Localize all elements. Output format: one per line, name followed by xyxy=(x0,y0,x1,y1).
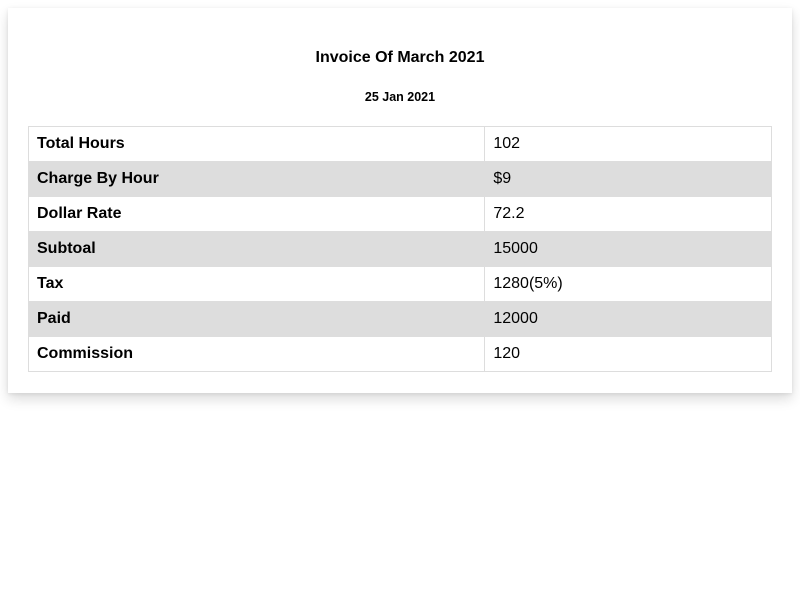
row-value: $9 xyxy=(484,161,772,197)
row-label: Charge By Hour xyxy=(27,161,486,197)
table-row-subtotal: Subtoal 15000 xyxy=(27,231,772,267)
invoice-table: Total Hours 102 Charge By Hour $9 Dollar… xyxy=(27,126,772,372)
invoice-title: Invoice Of March 2021 xyxy=(315,49,485,66)
table-row-dollar-rate: Dollar Rate 72.2 xyxy=(27,196,772,232)
invoice-date: 25 Jan 2021 xyxy=(364,90,436,104)
invoice-card: Invoice Of March 2021 25 Jan 2021 Total … xyxy=(8,8,792,393)
row-label: Commission xyxy=(27,336,486,372)
row-label: Dollar Rate xyxy=(27,196,486,232)
table-row-tax: Tax 1280(5%) xyxy=(27,266,772,302)
row-value: 15000 xyxy=(484,231,772,267)
row-label: Subtoal xyxy=(27,231,486,267)
row-value: 72.2 xyxy=(484,196,772,232)
table-row-charge-by-hour: Charge By Hour $9 xyxy=(27,161,772,197)
row-label: Tax xyxy=(27,266,486,302)
table-row-total-hours: Total Hours 102 xyxy=(27,126,772,162)
table-row-commission: Commission 120 xyxy=(27,336,772,372)
row-value: 1280(5%) xyxy=(484,266,772,302)
row-label: Total Hours xyxy=(27,126,486,162)
row-value: 120 xyxy=(484,336,772,372)
row-label: Paid xyxy=(27,301,486,337)
row-value: 12000 xyxy=(484,301,772,337)
row-value: 102 xyxy=(484,126,772,162)
table-row-paid: Paid 12000 xyxy=(27,301,772,337)
